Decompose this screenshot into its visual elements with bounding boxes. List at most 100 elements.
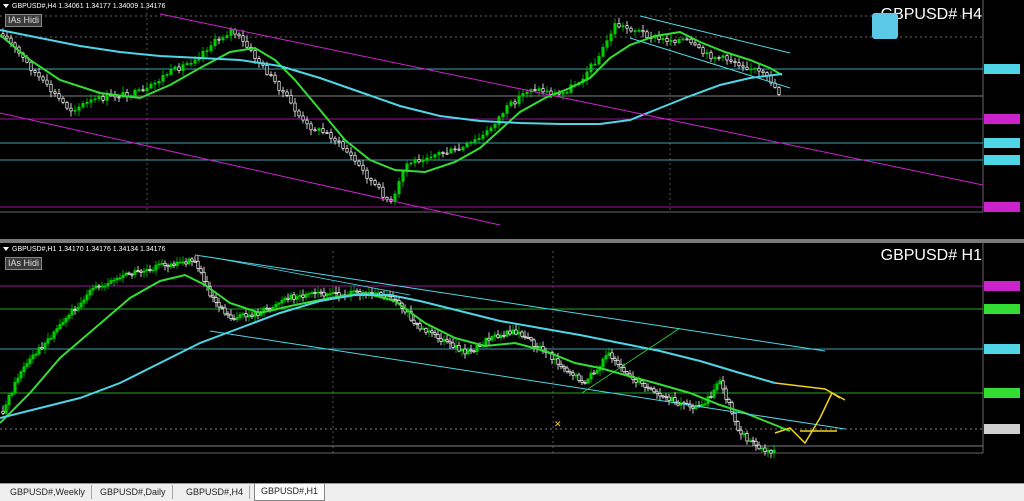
candle-body — [433, 154, 437, 158]
candle-body — [77, 106, 81, 111]
candle-body — [625, 371, 629, 375]
candle-body — [5, 35, 9, 39]
candle-body — [625, 25, 629, 29]
candle-body — [477, 138, 481, 140]
candle-body — [613, 23, 617, 35]
chart-tab[interactable]: GBPUSD#,H4 — [180, 485, 251, 499]
candle-body — [199, 268, 203, 273]
projection-line — [774, 382, 846, 401]
candle-body — [169, 68, 173, 75]
candle-body — [235, 317, 239, 320]
candle-body — [145, 87, 149, 92]
candle-body — [177, 66, 181, 71]
candle-body — [637, 380, 641, 383]
candle-body — [46, 338, 50, 344]
candle-body — [181, 261, 185, 264]
h1-chart-canvas[interactable]: ✕ — [0, 243, 1024, 483]
smile-indicator-icon[interactable] — [872, 13, 898, 39]
candle-body — [677, 38, 681, 43]
candle-body — [37, 72, 41, 78]
candle-body — [417, 159, 421, 163]
candle-body — [265, 64, 269, 75]
h1-chart-panel[interactable]: ✕ GBPUSD#,H1 1.34170 1.34176 1.34134 1.3… — [0, 243, 1024, 483]
candle-body — [309, 123, 313, 131]
candle-body — [49, 337, 53, 340]
candle-body — [133, 270, 137, 275]
chart-tab[interactable]: GBPUSD#,H1 — [254, 484, 326, 501]
candle-body — [457, 345, 461, 352]
candle-body — [28, 358, 32, 364]
candle-body — [484, 337, 488, 346]
candle-body — [61, 321, 65, 325]
h4-chart-canvas[interactable] — [0, 0, 1024, 239]
candle-body — [661, 38, 665, 41]
candle-body — [709, 396, 713, 398]
candle-body — [724, 388, 728, 400]
candle-body — [55, 328, 59, 333]
candle-body — [319, 291, 323, 294]
h1-ahide-button[interactable]: IAs Hidi — [5, 257, 43, 270]
h4-chart-panel[interactable]: GBPUSD#,H4 1.34061 1.34177 1.34009 1.341… — [0, 0, 1024, 239]
h4-ohlc-readout: GBPUSD#,H4 1.34061 1.34177 1.34009 1.341… — [3, 3, 165, 10]
candle-body — [511, 329, 515, 335]
candle-body — [58, 324, 62, 329]
price-level-label — [984, 202, 1020, 212]
price-level-label — [984, 114, 1020, 124]
candle-body — [97, 285, 101, 288]
candle-body — [670, 397, 674, 401]
candle-body — [29, 61, 33, 71]
channel-line — [159, 13, 984, 186]
candle-body — [472, 350, 476, 353]
candle-body — [136, 270, 140, 272]
candle-body — [301, 115, 305, 121]
candle-body — [82, 299, 86, 304]
chart-tab[interactable]: GBPUSD#,Weekly — [4, 485, 92, 499]
candle-body — [583, 381, 587, 384]
candle-body — [751, 440, 755, 443]
candle-body — [741, 65, 745, 68]
candle-body — [316, 291, 320, 294]
candle-body — [753, 67, 757, 70]
candle-body — [691, 406, 695, 409]
candle-body — [69, 107, 73, 112]
candle-body — [429, 156, 433, 159]
candle-body — [93, 98, 97, 101]
candle-body — [601, 358, 605, 368]
candle-body — [441, 152, 445, 154]
candle-body — [597, 55, 601, 65]
candle-body — [172, 263, 176, 266]
candle-body — [763, 447, 767, 452]
candle-body — [325, 132, 329, 134]
candle-body — [217, 38, 221, 41]
candle-body — [568, 370, 572, 374]
candle-body — [463, 348, 467, 355]
candle-body — [521, 93, 525, 97]
candle-body — [725, 55, 729, 61]
candle-body — [317, 128, 321, 131]
candle-body — [454, 345, 458, 348]
candle-body — [664, 395, 668, 398]
candle-body — [517, 95, 521, 105]
candle-body — [655, 391, 659, 394]
chart-tab[interactable]: GBPUSD#,Daily — [94, 485, 173, 499]
price-level-label — [984, 304, 1020, 314]
candle-body — [280, 299, 284, 304]
candle-body — [81, 103, 85, 108]
candle-body — [605, 40, 609, 48]
candle-body — [742, 433, 746, 435]
collapse-triangle-icon[interactable] — [3, 247, 9, 252]
h4-ahide-button[interactable]: IAs Hidi — [5, 14, 43, 27]
candle-body — [538, 346, 542, 349]
candle-body — [777, 87, 781, 95]
candle-body — [253, 49, 257, 59]
candle-body — [76, 306, 80, 311]
crosshair-marker-icon: ✕ — [554, 420, 562, 430]
candle-body — [769, 450, 773, 454]
candle-body — [595, 370, 599, 374]
candle-body — [502, 334, 506, 337]
candle-body — [297, 110, 301, 117]
candle-body — [10, 392, 14, 396]
candle-body — [604, 355, 608, 360]
candle-body — [250, 314, 254, 317]
collapse-triangle-icon[interactable] — [3, 4, 9, 9]
